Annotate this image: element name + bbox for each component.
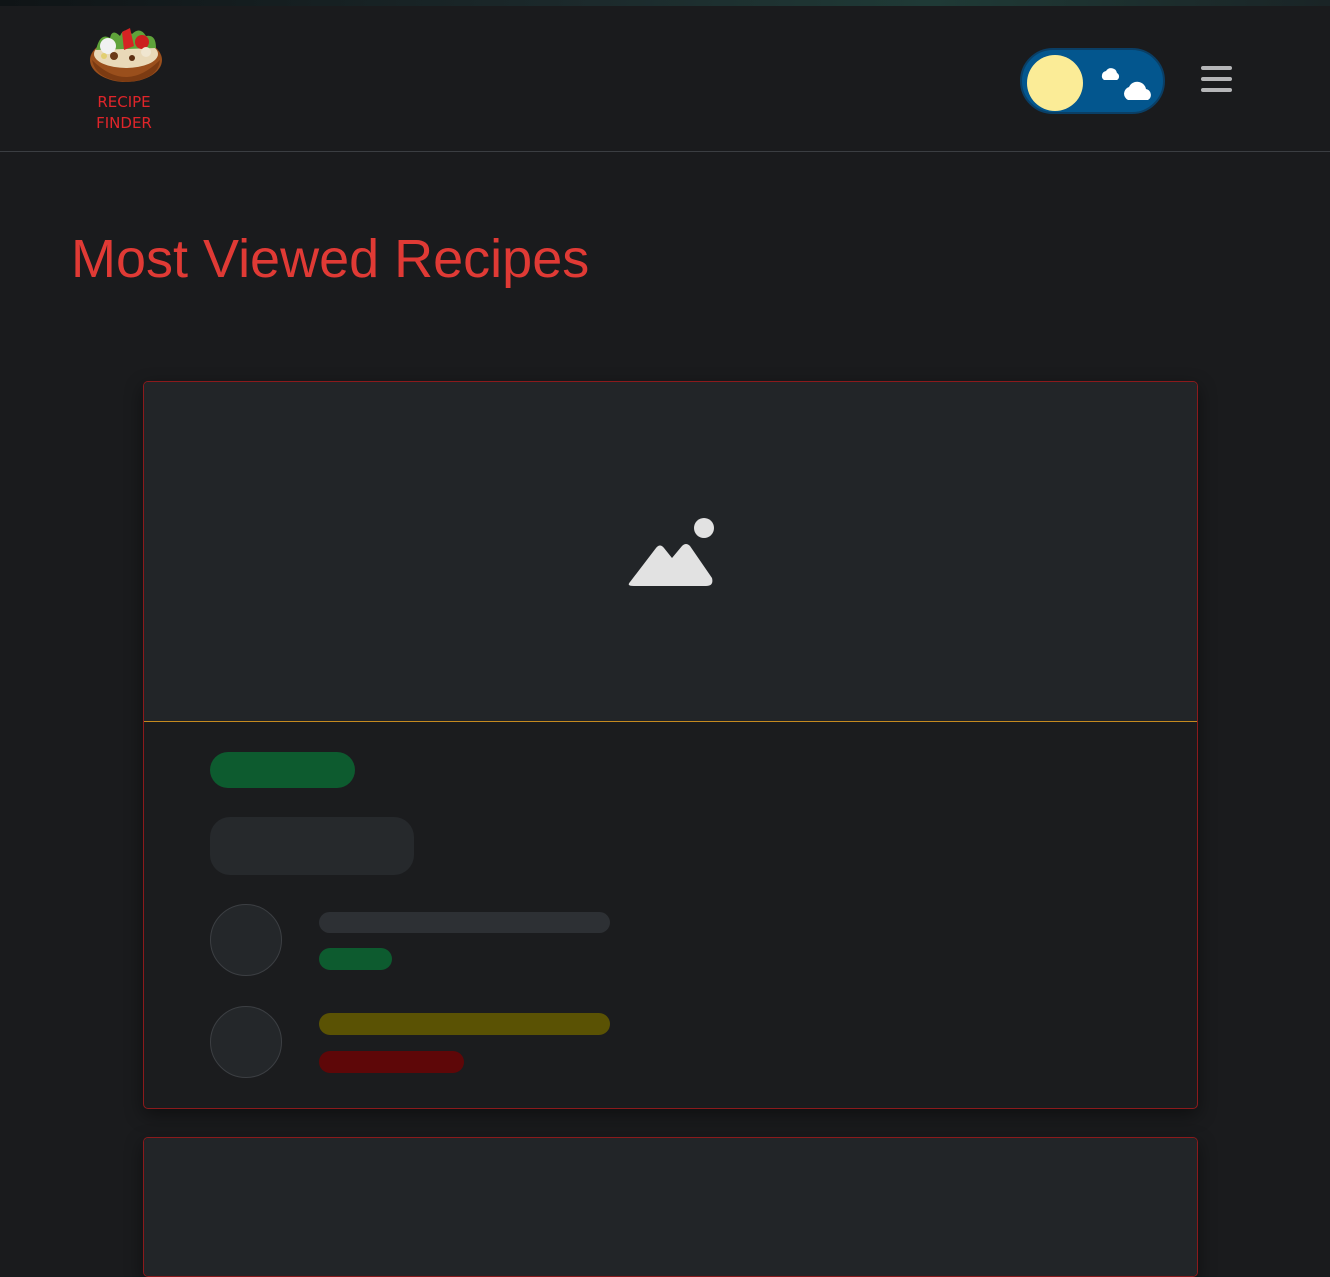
category-badge-placeholder <box>210 752 355 788</box>
card-image-placeholder <box>144 1138 1197 1276</box>
brand-name-line1: RECIPE <box>97 93 151 111</box>
brand-name-line2: FINDER <box>96 114 152 132</box>
hamburger-menu-icon[interactable] <box>1197 66 1235 98</box>
meta-tag-placeholder <box>319 1051 464 1073</box>
menu-bar-bottom <box>1201 88 1232 92</box>
meta-line-placeholder <box>319 1013 610 1035</box>
theme-toggle[interactable] <box>1020 48 1165 114</box>
image-placeholder-icon <box>628 518 714 586</box>
meta-tag-placeholder <box>319 948 392 970</box>
menu-bar-middle <box>1201 77 1232 81</box>
salad-bowl-icon <box>90 28 162 82</box>
brand-name: RECIPE FINDER <box>84 92 164 134</box>
recipe-title-placeholder <box>210 817 414 875</box>
avatar-placeholder <box>210 1006 282 1078</box>
avatar-placeholder <box>210 904 282 976</box>
cloud-icon <box>1101 68 1151 100</box>
page-title: Most Viewed Recipes <box>71 229 590 289</box>
toggle-knob <box>1027 55 1083 111</box>
recipe-card-skeleton[interactable] <box>143 1137 1198 1277</box>
card-image-placeholder <box>144 382 1197 722</box>
recipe-card-skeleton[interactable] <box>143 381 1198 1109</box>
brand-logo[interactable]: RECIPE FINDER <box>84 24 168 136</box>
menu-bar-top <box>1201 66 1232 70</box>
navbar: RECIPE FINDER <box>0 6 1330 152</box>
meta-line-placeholder <box>319 912 610 933</box>
